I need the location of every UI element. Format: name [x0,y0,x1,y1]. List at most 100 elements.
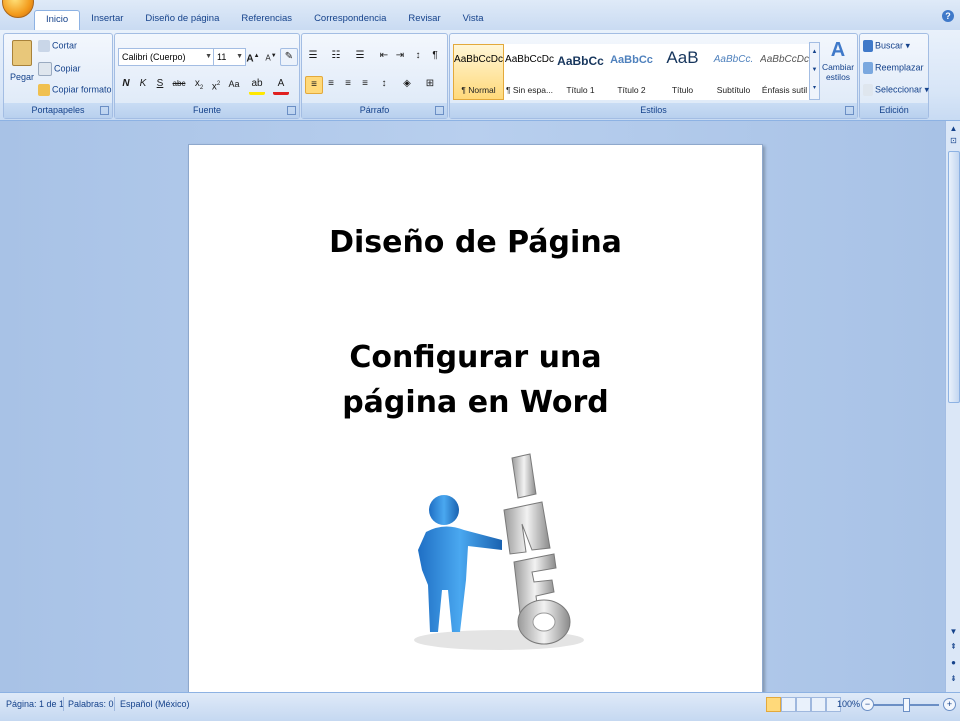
zoom-in-icon[interactable]: + [943,698,956,711]
numbering-icon[interactable]: ☷ [328,48,344,64]
paste-button[interactable]: Pegar [8,38,36,100]
brush-icon [38,84,50,96]
status-divider [114,697,115,711]
font-launcher-icon[interactable] [287,106,296,115]
style-subtitulo[interactable]: AaBbCc. Subtítulo [708,44,759,100]
document-subtitle: Configurar una página en Word [189,335,762,425]
scroll-thumb[interactable] [948,151,960,403]
pilcrow-icon[interactable]: ¶ [427,48,443,64]
style-name: ¶ Sin espa... [505,85,554,95]
style-titulo-1[interactable]: AaBbCc Título 1 [555,44,606,100]
tab-vista[interactable]: Vista [452,10,495,30]
sort-icon[interactable]: ↕ [410,48,426,64]
find-button[interactable]: Buscar ▾ [863,40,910,52]
tab-revisar[interactable]: Revisar [397,10,451,30]
web-layout-icon[interactable] [796,697,811,712]
borders-icon[interactable]: ⊞ [422,76,438,92]
justify-icon[interactable]: ≡ [357,76,373,92]
tab-inicio[interactable]: Inicio [34,10,81,31]
align-right-icon[interactable]: ≡ [340,76,356,92]
paste-label: Pegar [9,72,35,82]
subscript-button[interactable]: x2 [191,76,207,92]
decrease-indent-icon[interactable]: ⇤ [376,48,392,64]
word-count[interactable]: Palabras: 0 [68,699,114,709]
previous-page-icon[interactable]: ⇞ [947,641,960,653]
scroll-down-icon[interactable]: ▼ [947,626,960,638]
page-count[interactable]: Página: 1 de 1 [6,699,64,709]
style-sin-espaciado[interactable]: AaBbCcDc ¶ Sin espa... [504,44,555,100]
cut-label: Cortar [52,40,78,51]
zoom-slider-thumb[interactable] [903,698,910,712]
bold-button[interactable]: N [118,76,134,92]
styles-group-label: Estilos [450,103,857,118]
full-screen-reading-icon[interactable] [781,697,796,712]
zoom-level[interactable]: 100% [837,699,860,709]
vertical-scrollbar[interactable]: ▲ ⊡ ▼ ⇞ ● ⇟ [945,121,960,692]
copy-button[interactable]: Copiar [38,62,81,76]
font-size-select[interactable]: 11 ▼ [213,48,246,66]
style-name: Título [671,85,694,95]
help-icon[interactable]: ? [942,10,954,22]
language-indicator[interactable]: Español (México) [120,699,190,709]
increase-indent-icon[interactable]: ⇥ [392,48,408,64]
document-page[interactable]: Diseño de Página Configurar una página e… [188,144,763,706]
style-normal[interactable]: AaBbCcDc ¶ Normal [453,44,504,100]
chevron-down-icon: ▼ [236,53,243,60]
style-enfasis-sutil[interactable]: AaBbCcDc Énfasis sutil [759,44,810,100]
font-group-label: Fuente [115,103,299,118]
clipboard-launcher-icon[interactable] [100,106,109,115]
office-button[interactable] [2,0,34,18]
change-styles-button[interactable]: A Cambiar estilos [821,38,855,102]
clear-format-button[interactable]: ✎ [280,48,298,66]
scroll-up-icon[interactable]: ▲ [947,123,960,135]
font-size-value: 11 [217,52,227,62]
underline-button[interactable]: S [152,76,168,92]
multilevel-list-icon[interactable]: ☰ [352,48,368,64]
replace-button[interactable]: Reemplazar [863,62,924,74]
style-sample: AaBbCcDc [760,54,809,65]
ruler-toggle-icon[interactable]: ⊡ [947,135,960,147]
tab-correspondencia[interactable]: Correspondencia [303,10,397,30]
replace-label: Reemplazar [875,62,924,73]
line-spacing-icon[interactable]: ↕ [376,76,392,92]
bullets-icon[interactable]: ☰ [305,48,321,64]
styles-group: AaBbCcDc ¶ Normal AaBbCcDc ¶ Sin espa... A… [449,33,858,119]
style-name: ¶ Normal [461,85,496,95]
font-name-select[interactable]: Calibri (Cuerpo) ▼ [118,48,215,66]
highlight-icon[interactable]: ab [249,76,265,95]
info-person-illustration [414,453,584,650]
tab-referencias[interactable]: Referencias [230,10,303,30]
format-painter-button[interactable]: Copiar formato [38,84,112,96]
font-color-icon[interactable]: A [273,76,289,95]
document-title: Diseño de Página [329,225,622,260]
shrink-font-button[interactable]: A▼ [263,48,279,64]
outline-view-icon[interactable] [811,697,826,712]
superscript-button[interactable]: x2 [208,76,224,92]
print-layout-icon[interactable] [766,697,781,712]
style-name: Título 2 [617,85,646,95]
next-page-icon[interactable]: ⇟ [947,673,960,685]
letter-n [503,501,551,555]
style-titulo[interactable]: AaB Título [657,44,708,100]
cut-button[interactable]: Cortar [38,40,77,52]
styles-scroll[interactable]: ▲ ▼ ▾ [809,42,820,100]
align-center-icon[interactable]: ≡ [323,76,339,92]
tab-insertar[interactable]: Insertar [80,10,134,30]
select-button[interactable]: Seleccionar ▾ [863,84,929,96]
italic-button[interactable]: K [135,76,151,92]
format-painter-label: Copiar formato [52,84,112,95]
change-case-button[interactable]: Aa [226,76,242,92]
strikethrough-button[interactable]: abc [171,76,187,92]
grow-font-button[interactable]: A▲ [245,48,261,64]
tab-diseno-pagina[interactable]: Diseño de página [134,10,230,30]
style-sample: AaBbCcDc [505,54,554,65]
align-left-icon[interactable]: ≡ [305,76,323,94]
change-styles-icon: A [830,39,846,61]
copy-icon [38,62,52,76]
style-titulo-2[interactable]: AaBbCc Título 2 [606,44,657,100]
styles-launcher-icon[interactable] [845,106,854,115]
shading-icon[interactable]: ◈ [399,76,415,92]
paragraph-launcher-icon[interactable] [435,106,444,115]
find-label: Buscar [875,40,904,51]
browse-object-icon[interactable]: ● [947,657,960,669]
